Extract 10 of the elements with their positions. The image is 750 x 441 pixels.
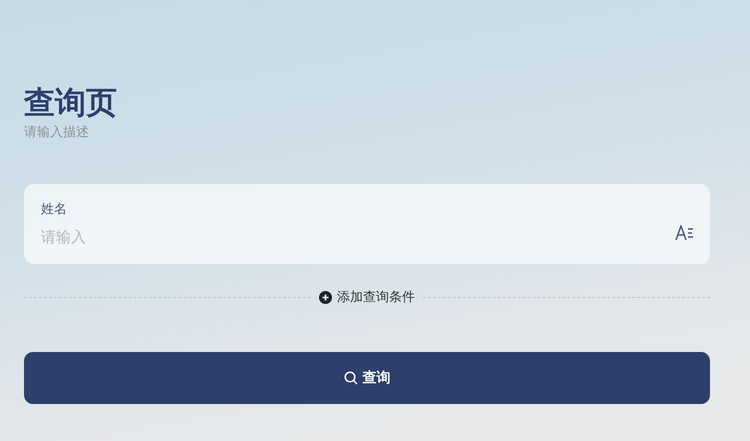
search-button[interactable]: 查询 <box>24 352 710 404</box>
input-field[interactable]: 请输入 <box>41 226 665 248</box>
form-field[interactable]: 姓名 请输入 <box>24 184 710 264</box>
text-format-icon[interactable] <box>675 224 694 240</box>
plus-circle-icon <box>319 290 332 304</box>
add-condition-link[interactable]: 添加查询条件 <box>319 288 415 306</box>
page-title: 查询页 <box>24 84 118 123</box>
search-icon <box>344 371 358 385</box>
field-label: 姓名 <box>41 201 68 219</box>
page-description: 请输入描述 <box>24 124 90 142</box>
